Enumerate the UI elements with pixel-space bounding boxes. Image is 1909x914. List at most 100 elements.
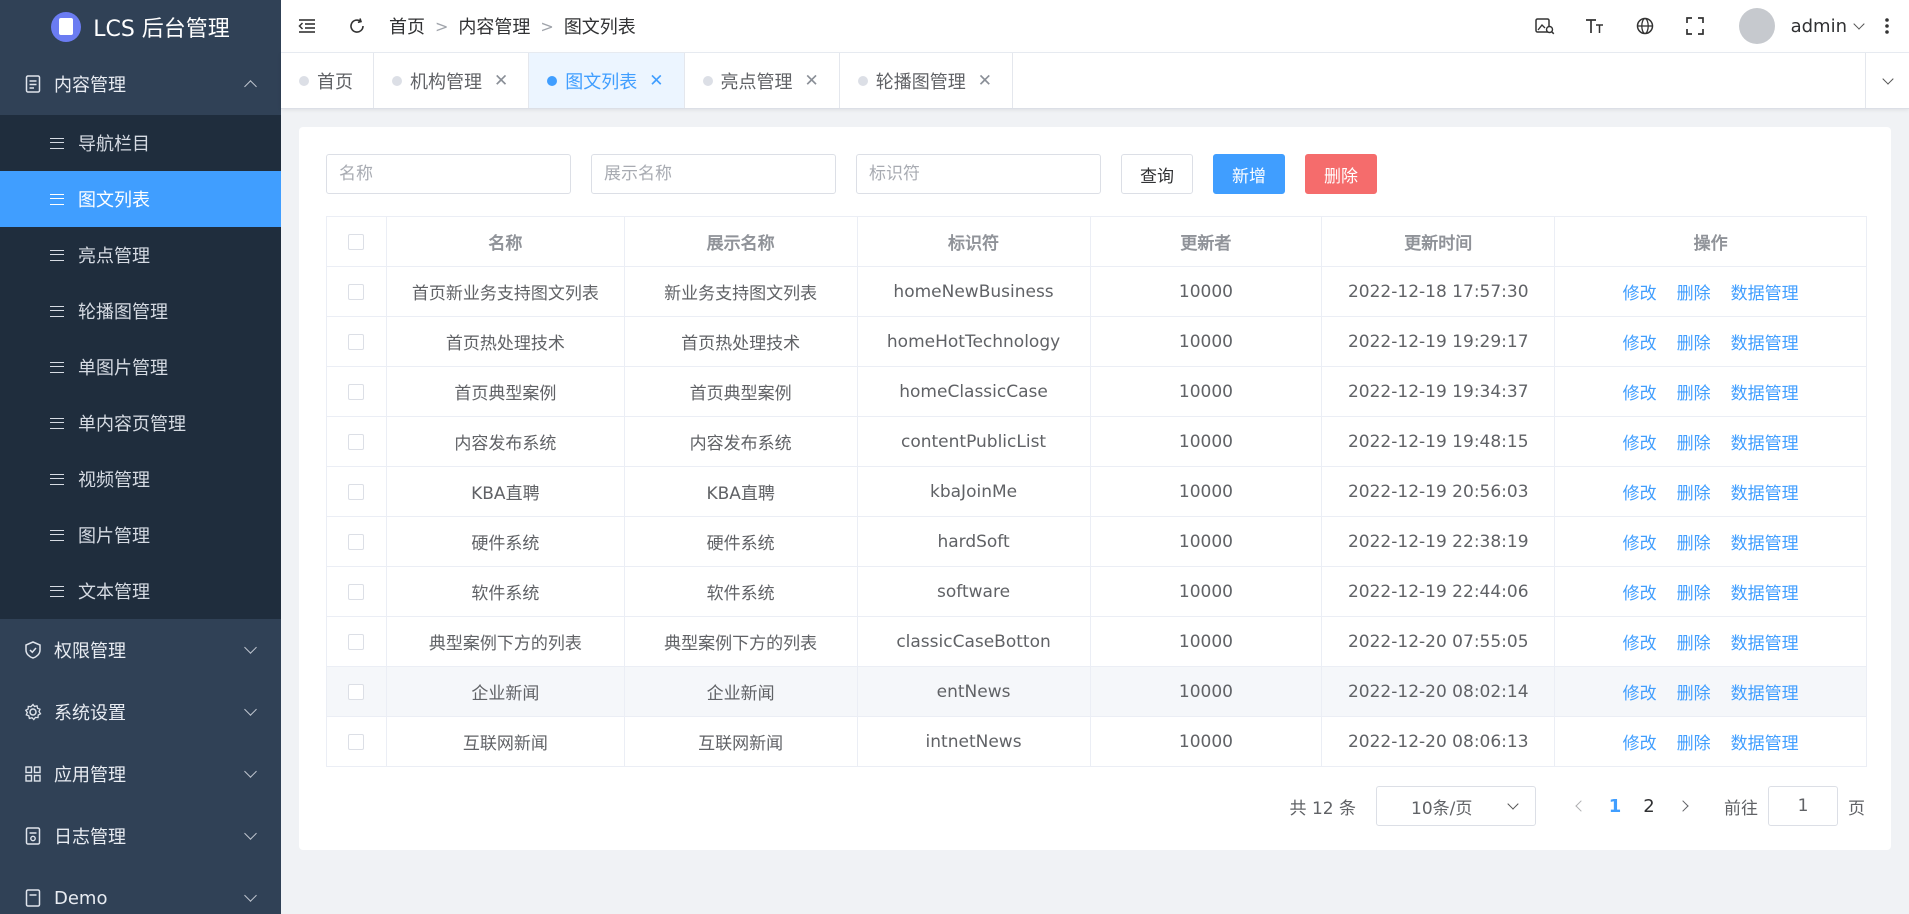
table-cell: hardSoft [856,516,1091,567]
data-manage-link[interactable]: 数据管理 [1731,484,1799,504]
close-icon[interactable]: ✕ [649,71,663,91]
add-button[interactable]: 新增 [1213,154,1285,194]
sidebar-item[interactable]: 亮点管理 [0,227,281,283]
tab-article-list[interactable]: 图文列表 ✕ [529,53,685,108]
menu-group-apps[interactable]: 应用管理 [0,743,281,805]
name-input[interactable] [326,154,571,194]
edit-link[interactable]: 修改 [1623,484,1657,504]
row-checkbox[interactable] [348,383,365,400]
refresh-icon[interactable] [337,6,377,46]
row-checkbox[interactable] [348,533,365,550]
page-size-select[interactable]: 10条/页 [1376,786,1536,826]
breadcrumb: 首页 > 内容管理 > 图文列表 [389,13,636,39]
data-manage-link[interactable]: 数据管理 [1731,384,1799,404]
row-checkbox[interactable] [348,583,365,600]
close-icon[interactable]: ✕ [494,71,508,91]
actions-cell: 修改 删除 数据管理 [1554,516,1867,567]
data-manage-link[interactable]: 数据管理 [1731,684,1799,704]
image-search-icon[interactable] [1525,6,1565,46]
delete-button[interactable]: 删除 [1305,154,1377,194]
delete-link[interactable]: 删除 [1677,684,1711,704]
data-manage-link[interactable]: 数据管理 [1731,334,1799,354]
edit-link[interactable]: 修改 [1623,384,1657,404]
edit-link[interactable]: 修改 [1623,634,1657,654]
edit-link[interactable]: 修改 [1623,434,1657,454]
sidebar-item[interactable]: 图片管理 [0,507,281,563]
sidebar-item[interactable]: 图文列表 [0,171,281,227]
sidebar-item[interactable]: 单图片管理 [0,339,281,395]
fullscreen-icon[interactable] [1675,6,1715,46]
tabs-more-button[interactable] [1865,53,1909,108]
actions-cell: 修改 删除 数据管理 [1554,716,1867,767]
display-name-input[interactable] [591,154,836,194]
delete-link[interactable]: 删除 [1677,734,1711,754]
delete-link[interactable]: 删除 [1677,634,1711,654]
menu-group-demo[interactable]: Demo [0,867,281,914]
edit-link[interactable]: 修改 [1623,284,1657,304]
tab-highlights[interactable]: 亮点管理 ✕ [685,53,840,108]
row-checkbox[interactable] [348,733,365,750]
delete-link[interactable]: 删除 [1677,284,1711,304]
chevron-down-icon [244,889,257,902]
delete-link[interactable]: 删除 [1677,334,1711,354]
tab-org[interactable]: 机构管理 ✕ [374,53,530,108]
sidebar-item[interactable]: 轮播图管理 [0,283,281,339]
menu-group-settings[interactable]: 系统设置 [0,681,281,743]
sidebar-item[interactable]: 视频管理 [0,451,281,507]
select-all-checkbox[interactable] [348,233,365,250]
data-manage-link[interactable]: 数据管理 [1731,534,1799,554]
delete-link[interactable]: 删除 [1677,534,1711,554]
row-checkbox[interactable] [348,633,365,650]
page-number[interactable]: 2 [1632,796,1666,817]
query-button[interactable]: 查询 [1121,154,1193,194]
menu-group-logs[interactable]: 日志管理 [0,805,281,867]
data-manage-link[interactable]: 数据管理 [1731,434,1799,454]
sidebar-item[interactable]: 导航栏目 [0,115,281,171]
data-manage-link[interactable]: 数据管理 [1731,584,1799,604]
table-row: 内容发布系统 内容发布系统 contentPublicList 10000 2022-1… [326,416,1867,467]
row-checkbox[interactable] [348,333,365,350]
edit-link[interactable]: 修改 [1623,684,1657,704]
breadcrumb-content[interactable]: 内容管理 [458,13,530,39]
table-cell: 企业新闻 [623,666,858,717]
menu-group-content[interactable]: 内容管理 [0,53,281,115]
edit-link[interactable]: 修改 [1623,534,1657,554]
identifier-input[interactable] [856,154,1101,194]
data-manage-link[interactable]: 数据管理 [1731,734,1799,754]
globe-icon[interactable] [1625,6,1665,46]
avatar[interactable] [1738,8,1775,44]
row-checkbox[interactable] [348,683,365,700]
breadcrumb-home[interactable]: 首页 [389,13,425,39]
table-cell: 企业新闻 [385,666,625,717]
close-icon[interactable]: ✕ [805,71,819,91]
sidebar-item[interactable]: 文本管理 [0,563,281,619]
delete-link[interactable]: 删除 [1677,384,1711,404]
row-checkbox[interactable] [348,483,365,500]
row-checkbox[interactable] [348,433,365,450]
delete-link[interactable]: 删除 [1677,434,1711,454]
font-size-icon[interactable] [1575,6,1615,46]
data-manage-link[interactable]: 数据管理 [1731,284,1799,304]
delete-link[interactable]: 删除 [1677,484,1711,504]
prev-page-button[interactable] [1564,800,1598,812]
table-cell: 硬件系统 [385,516,625,567]
edit-link[interactable]: 修改 [1623,734,1657,754]
goto-page-input[interactable]: 1 [1768,786,1838,826]
next-page-button[interactable] [1666,800,1700,812]
user-menu[interactable]: admin [1791,16,1865,37]
delete-link[interactable]: 删除 [1677,584,1711,604]
sidebar-item[interactable]: 单内容页管理 [0,395,281,451]
table-cell: kbaJoinMe [856,466,1091,517]
edit-link[interactable]: 修改 [1623,584,1657,604]
collapse-menu-icon[interactable] [287,6,327,46]
actions-cell: 修改 删除 数据管理 [1554,266,1867,317]
close-icon[interactable]: ✕ [978,71,992,91]
more-vertical-icon[interactable] [1873,6,1901,46]
page-number[interactable]: 1 [1598,796,1632,817]
tab-home[interactable]: 首页 [281,53,374,108]
data-manage-link[interactable]: 数据管理 [1731,634,1799,654]
menu-group-permission[interactable]: 权限管理 [0,619,281,681]
row-checkbox[interactable] [348,283,365,300]
tab-carousel[interactable]: 轮播图管理 ✕ [840,53,1013,108]
edit-link[interactable]: 修改 [1623,334,1657,354]
